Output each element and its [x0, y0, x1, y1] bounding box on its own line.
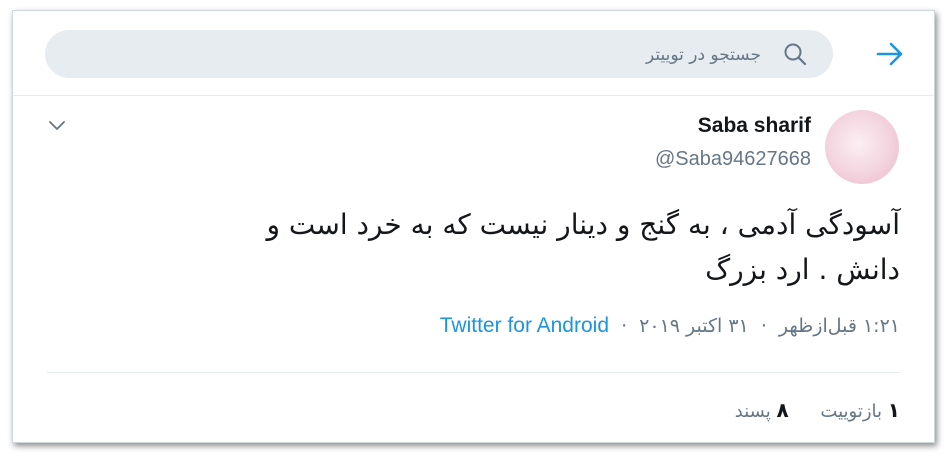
author-handle[interactable]: @Saba94627668 — [655, 148, 811, 171]
source-link[interactable]: Twitter for Android — [440, 314, 609, 337]
separator-dot: · — [760, 315, 767, 337]
tweet-text: آسودگی آدمی ، به گنج و دینار نیست که به … — [80, 202, 900, 292]
arrow-right-icon[interactable] — [875, 41, 905, 67]
like-label: پسند — [734, 401, 771, 422]
tweet-text-line: دانش . ارد بزرگ — [705, 253, 900, 286]
search-icon — [783, 42, 807, 66]
avatar[interactable] — [825, 110, 899, 184]
tweet-time[interactable]: ۱:۲۱ قبل‌ازظهر — [779, 315, 900, 337]
top-bar — [13, 11, 934, 96]
tweet-text-line: آسودگی آدمی ، به گنج و دینار نیست که به … — [266, 208, 900, 241]
retweet-count: ۱ — [887, 398, 900, 422]
like-stat[interactable]: ۸ پسند — [734, 398, 789, 422]
tweet-metadata: ۱:۲۱ قبل‌ازظهر · ۳۱ اکتبر ۲۰۱۹ · Twitter… — [80, 314, 900, 338]
search-box[interactable] — [45, 30, 833, 80]
separator-dot: · — [621, 315, 628, 337]
author-name[interactable]: Saba sharif — [698, 114, 811, 138]
search-input[interactable] — [159, 30, 763, 80]
tweet-date[interactable]: ۳۱ اکتبر ۲۰۱۹ — [639, 315, 749, 337]
retweet-label: بازتوییت — [820, 401, 883, 422]
tweet-stats: ۱ بازتوییت ۸ پسند — [80, 398, 900, 422]
like-count: ۸ — [776, 398, 789, 422]
tweet: Saba sharif @Saba94627668 آسودگی آدمی ، … — [13, 96, 934, 442]
chevron-down-icon[interactable] — [47, 118, 67, 132]
tweet-window: Saba sharif @Saba94627668 آسودگی آدمی ، … — [12, 10, 935, 443]
retweet-stat[interactable]: ۱ بازتوییت — [815, 398, 900, 422]
divider — [47, 372, 900, 373]
